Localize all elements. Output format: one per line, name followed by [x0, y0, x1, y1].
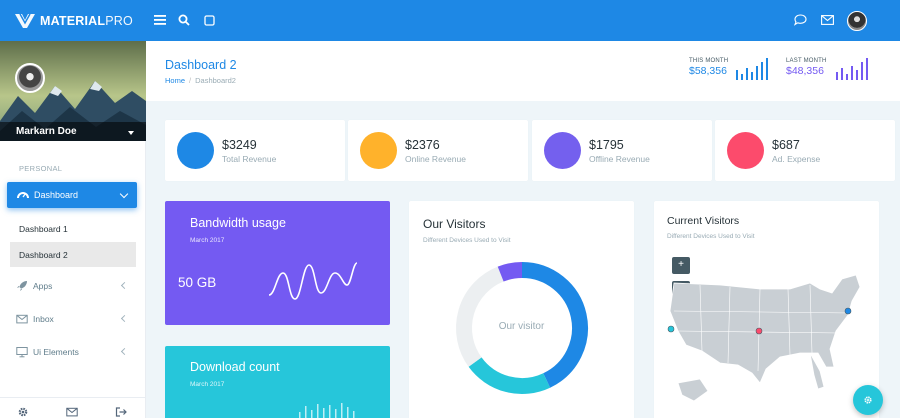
donut-slice — [497, 262, 523, 282]
chat-icon[interactable] — [792, 12, 808, 28]
bandwidth-date: March 2017 — [190, 237, 225, 244]
stat-amount: $687 — [772, 138, 800, 152]
current-visitors-card: Current Visitors Different Devices Used … — [654, 201, 879, 418]
card-title: Current Visitors — [667, 215, 740, 227]
stat-label: Offline Revenue — [589, 154, 650, 164]
card-subtitle: Different Devices Used to Visit — [667, 233, 755, 240]
stat-amount: $2376 — [405, 138, 440, 152]
page-title: Dashboard 2 — [165, 58, 237, 72]
chevron-down-icon — [119, 189, 129, 199]
donut-slice — [456, 266, 504, 367]
stat-icon-circle — [727, 132, 764, 169]
monitor-icon — [16, 347, 28, 358]
last-month-stat: LAST MONTH $48,356 — [786, 58, 827, 77]
user-avatar[interactable] — [847, 11, 867, 31]
sidebar-subitem-dashboard-2[interactable]: Dashboard 2 — [10, 242, 136, 267]
sidebar: Markarn Doe PERSONAL Dashboard Dashboard… — [0, 41, 146, 418]
chevron-left-icon — [120, 347, 129, 356]
last-month-value: $48,356 — [786, 65, 824, 77]
usa-map — [667, 274, 861, 402]
this-month-sparkbars — [736, 58, 768, 80]
rocket-icon — [17, 281, 27, 291]
gear-icon[interactable] — [17, 405, 29, 417]
sidebar-footer-divider — [0, 397, 146, 398]
stat-label: Ad. Expense — [772, 154, 821, 164]
gauge-icon — [17, 192, 29, 199]
nav-section-label: PERSONAL — [19, 164, 63, 173]
this-month-stat: THIS MONTH $58,356 — [689, 58, 728, 77]
map-marker — [755, 327, 763, 335]
this-month-value: $58,356 — [689, 65, 727, 77]
mail-icon[interactable] — [819, 12, 835, 28]
brand-name-bold: MATERIAL — [40, 13, 106, 28]
sidebar-item-label: Ui Elements — [33, 347, 79, 357]
breadcrumb-home[interactable]: Home — [165, 76, 185, 85]
caret-down-icon[interactable] — [128, 131, 134, 135]
profile-avatar[interactable] — [15, 63, 45, 93]
download-title: Download count — [190, 360, 280, 374]
last-month-label: LAST MONTH — [786, 58, 827, 64]
top-navbar: MATERIALPRO — [0, 0, 900, 41]
settings-fab-button[interactable] — [853, 385, 883, 415]
logout-icon[interactable] — [115, 405, 127, 417]
bandwidth-wave-line — [268, 262, 358, 300]
last-month-sparkbars — [836, 58, 868, 80]
stat-amount: $1795 — [589, 138, 624, 152]
mail-icon[interactable] — [66, 405, 78, 417]
map-marker — [844, 307, 852, 315]
download-bars — [299, 403, 355, 418]
search-icon[interactable] — [176, 12, 192, 28]
profile-name[interactable]: Markarn Doe — [0, 122, 146, 141]
stat-label: Online Revenue — [405, 154, 466, 164]
square-icon[interactable] — [201, 12, 217, 28]
stat-icon-circle — [177, 132, 214, 169]
brand-name-light: PRO — [105, 13, 133, 28]
sidebar-item-apps[interactable]: Apps — [16, 277, 131, 295]
download-card: Download count March 2017 — [165, 346, 390, 418]
mail-icon — [16, 314, 28, 324]
sidebar-item-label: Inbox — [33, 314, 54, 324]
sidebar-item-label: Apps — [33, 281, 53, 291]
logo-icon — [15, 13, 35, 28]
sidebar-subitem-dashboard-1[interactable]: Dashboard 1 — [10, 216, 136, 241]
profile-banner: Markarn Doe — [0, 41, 146, 141]
map-marker — [667, 325, 675, 333]
bandwidth-card: Bandwidth usage March 2017 50 GB — [165, 201, 390, 325]
sidebar-item-label: Dashboard — [34, 190, 79, 200]
menu-icon[interactable] — [152, 12, 168, 28]
chevron-left-icon — [120, 281, 129, 290]
stat-label: Total Revenue — [222, 154, 277, 164]
sidebar-item-inbox[interactable]: Inbox — [16, 310, 131, 328]
sidebar-item-ui-elements[interactable]: Ui Elements — [16, 343, 131, 361]
breadcrumb-current: Dashboard2 — [195, 76, 236, 85]
stat-icon-circle — [544, 132, 581, 169]
page-titlebar: Dashboard 2 Home / Dashboard2 THIS MONTH $… — [146, 41, 900, 101]
stat-amount: $3249 — [222, 138, 257, 152]
breadcrumb: Home / Dashboard2 — [165, 76, 236, 85]
stat-card-offline-revenue: $1795 Offline Revenue — [532, 120, 712, 181]
bandwidth-value: 50 GB — [178, 275, 217, 290]
stat-icon-circle — [360, 132, 397, 169]
sidebar-item-dashboard[interactable]: Dashboard — [7, 182, 137, 208]
card-subtitle: Different Devices Used to Visit — [423, 237, 511, 244]
our-visitors-card: Our Visitors Different Devices Used to V… — [409, 201, 634, 418]
donut-center-label: Our visitor — [498, 321, 545, 332]
stat-card-online-revenue: $2376 Online Revenue — [348, 120, 528, 181]
this-month-label: THIS MONTH — [689, 58, 729, 64]
chevron-left-icon — [120, 314, 129, 323]
gear-icon — [864, 396, 872, 404]
card-title: Our Visitors — [423, 217, 486, 231]
brand-logo[interactable]: MATERIALPRO — [0, 0, 146, 41]
stat-card-total-revenue: $3249 Total Revenue — [165, 120, 345, 181]
download-date: March 2017 — [190, 381, 225, 388]
stat-card-ad-expense: $687 Ad. Expense — [715, 120, 895, 181]
bandwidth-title: Bandwidth usage — [190, 216, 286, 230]
donut-slice — [468, 357, 551, 394]
